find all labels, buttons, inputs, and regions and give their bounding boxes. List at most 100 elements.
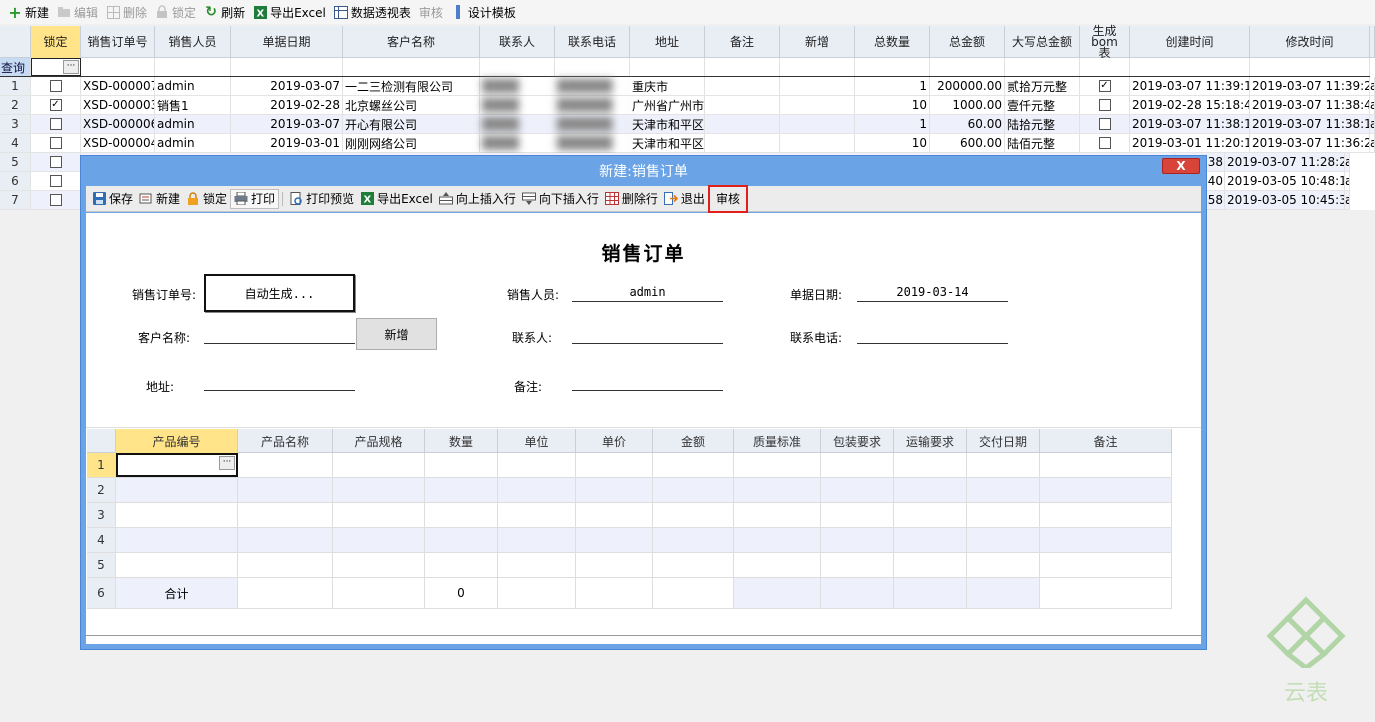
- bom-cell[interactable]: [1080, 134, 1130, 152]
- amount-cell[interactable]: 1000.00: [930, 96, 1005, 114]
- detail-cell[interactable]: [576, 478, 653, 502]
- detail-cell[interactable]: [333, 528, 425, 552]
- lock-checkbox[interactable]: [49, 137, 62, 149]
- bom-checkbox[interactable]: [1098, 118, 1111, 130]
- bom-cell[interactable]: ✓: [1080, 77, 1130, 95]
- lock-cell[interactable]: [31, 172, 81, 190]
- filter-cell[interactable]: [705, 58, 780, 76]
- column-header[interactable]: 销售人员: [155, 26, 231, 58]
- bom-checkbox[interactable]: ✓: [1098, 80, 1111, 92]
- address-field[interactable]: [204, 371, 355, 391]
- column-header[interactable]: 联系人: [480, 26, 555, 58]
- detail-row[interactable]: 1 ···: [87, 453, 1172, 478]
- column-header[interactable]: 总数量: [855, 26, 930, 58]
- detail-column-header[interactable]: 产品名称: [238, 429, 333, 453]
- detail-column-header[interactable]: 产品规格: [333, 429, 425, 453]
- filter-cell[interactable]: [930, 58, 1005, 76]
- detail-cell[interactable]: [576, 453, 653, 477]
- detail-cell[interactable]: [734, 503, 821, 527]
- filter-cell[interactable]: [855, 58, 930, 76]
- table-row[interactable]: 3 XSD-000006 admin 2019-03-07 开心有限公司 ███…: [0, 115, 1375, 134]
- column-header[interactable]: 单据日期: [231, 26, 343, 58]
- filter-cell[interactable]: [1130, 58, 1250, 76]
- column-header[interactable]: 修改时间: [1250, 26, 1370, 58]
- amount-cn-cell[interactable]: 壹仟元整: [1005, 96, 1080, 114]
- print-preview-button[interactable]: 打印预览: [286, 189, 357, 209]
- detail-cell[interactable]: [116, 528, 238, 552]
- close-button[interactable]: X: [1162, 158, 1200, 174]
- column-header[interactable]: 地址: [630, 26, 705, 58]
- column-header[interactable]: 新增: [780, 26, 855, 58]
- amount-cell[interactable]: 60.00: [930, 115, 1005, 133]
- detail-cell[interactable]: [821, 503, 894, 527]
- new-order-button[interactable]: 新建: [136, 189, 183, 209]
- amount-cn-cell[interactable]: 陆拾元整: [1005, 115, 1080, 133]
- modified-cell[interactable]: 2019-03-07 11:28:20: [1225, 153, 1345, 171]
- detail-cell[interactable]: [821, 528, 894, 552]
- detail-cell[interactable]: [1040, 528, 1172, 552]
- ellipsis-icon[interactable]: ···: [219, 456, 235, 470]
- lock-cell[interactable]: ✓: [31, 96, 81, 114]
- note-cell[interactable]: [705, 77, 780, 95]
- edit-button[interactable]: 编辑: [53, 2, 102, 22]
- detail-cell[interactable]: [967, 503, 1040, 527]
- detail-cell[interactable]: [116, 553, 238, 577]
- filter-cell[interactable]: [1250, 58, 1370, 76]
- phone-field[interactable]: [857, 324, 1008, 344]
- table-row[interactable]: 1 XSD-000007 admin 2019-03-07 一二三检测有限公司 …: [0, 77, 1375, 96]
- lock-checkbox[interactable]: [49, 156, 62, 168]
- column-header[interactable]: 备注: [705, 26, 780, 58]
- detail-cell[interactable]: [734, 453, 821, 477]
- lock-checkbox[interactable]: [49, 80, 62, 92]
- note-field[interactable]: [572, 371, 723, 391]
- note-cell[interactable]: [705, 115, 780, 133]
- detail-row[interactable]: 2: [87, 478, 1172, 503]
- contact-cell[interactable]: ████: [480, 115, 555, 133]
- created-cell[interactable]: 2019-03-07 11:38:15: [1130, 115, 1250, 133]
- detail-column-header[interactable]: 数量: [425, 429, 498, 453]
- detail-cell[interactable]: [425, 528, 498, 552]
- detail-cell[interactable]: [894, 503, 967, 527]
- exit-button[interactable]: 退出: [661, 189, 708, 209]
- customer-cell[interactable]: 开心有限公司: [343, 115, 480, 133]
- detail-cell[interactable]: [1040, 453, 1172, 477]
- detail-cell[interactable]: [238, 528, 333, 552]
- detail-cell[interactable]: [1040, 553, 1172, 577]
- dialog-export-excel-button[interactable]: X 导出Excel: [357, 189, 436, 209]
- query-label[interactable]: 查询: [0, 58, 31, 76]
- phone-cell[interactable]: ██████: [555, 134, 630, 152]
- contact-field[interactable]: [572, 324, 723, 344]
- lock-filter-input[interactable]: ···: [31, 58, 81, 76]
- sales-cell[interactable]: admin: [155, 134, 231, 152]
- modified-cell[interactable]: 2019-03-07 11:36:21: [1250, 134, 1370, 152]
- sales-cell[interactable]: admin: [155, 115, 231, 133]
- note-cell[interactable]: [705, 96, 780, 114]
- filter-cell[interactable]: [555, 58, 630, 76]
- customer-cell[interactable]: 刚刚网络公司: [343, 134, 480, 152]
- detail-column-header[interactable]: 运输要求: [894, 429, 967, 453]
- detail-cell[interactable]: [967, 478, 1040, 502]
- lock-cell[interactable]: [31, 134, 81, 152]
- detail-cell[interactable]: [894, 528, 967, 552]
- modified-cell[interactable]: 2019-03-07 11:39:25: [1250, 77, 1370, 95]
- pivot-table-button[interactable]: 数据透视表: [330, 2, 415, 22]
- detail-cell[interactable]: [333, 553, 425, 577]
- filter-cell[interactable]: [780, 58, 855, 76]
- detail-cell[interactable]: [238, 553, 333, 577]
- lock-cell[interactable]: [31, 115, 81, 133]
- column-header[interactable]: 大写总金额: [1005, 26, 1080, 58]
- address-cell[interactable]: 天津市和平区: [630, 134, 705, 152]
- detail-column-header[interactable]: 单价: [576, 429, 653, 453]
- detail-cell[interactable]: [425, 453, 498, 477]
- delete-row-button[interactable]: 删除行: [602, 189, 661, 209]
- column-header[interactable]: 联系电话: [555, 26, 630, 58]
- order-no-cell[interactable]: XSD-000007: [81, 77, 155, 95]
- column-header[interactable]: 销售订单号: [81, 26, 155, 58]
- detail-cell[interactable]: [498, 453, 576, 477]
- address-cell[interactable]: 重庆市: [630, 77, 705, 95]
- bom-cell[interactable]: [1080, 115, 1130, 133]
- phone-cell[interactable]: ██████: [555, 77, 630, 95]
- lock-button[interactable]: 锁定: [151, 2, 200, 22]
- lock-checkbox[interactable]: [49, 175, 62, 187]
- column-header[interactable]: 锁定: [31, 26, 81, 58]
